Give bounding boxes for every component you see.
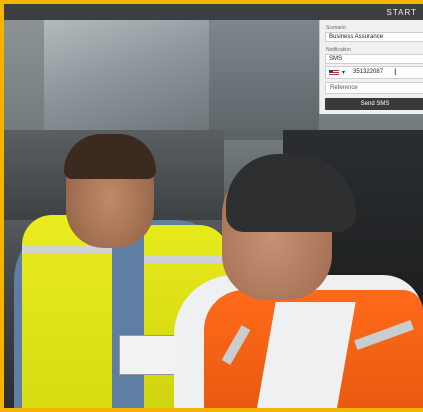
notification-label: Notification — [326, 47, 351, 53]
background-window — [44, 20, 214, 130]
us-flag-icon[interactable] — [329, 70, 339, 76]
background-pillar — [209, 20, 319, 140]
chevron-down-icon[interactable]: ▾ — [342, 69, 345, 76]
start-label[interactable]: START — [387, 8, 417, 17]
scenario-select[interactable]: Business Assurance — [325, 32, 423, 42]
name-badge — [119, 335, 175, 375]
text-cursor-icon: I — [394, 67, 397, 77]
top-bar: START — [4, 4, 423, 20]
phone-input[interactable]: 351322087 — [353, 69, 383, 75]
scenario-label: Scenario — [326, 25, 346, 31]
phone-input-row[interactable]: ▾ 351322087 I — [325, 66, 423, 79]
send-sms-button[interactable]: Send SMS — [325, 98, 423, 110]
vest-stripe — [144, 255, 229, 263]
notification-select[interactable]: SMS — [325, 54, 423, 64]
reference-input[interactable]: Reference — [325, 82, 423, 94]
notification-form: Scenario Business Assurance Notification… — [319, 20, 423, 114]
